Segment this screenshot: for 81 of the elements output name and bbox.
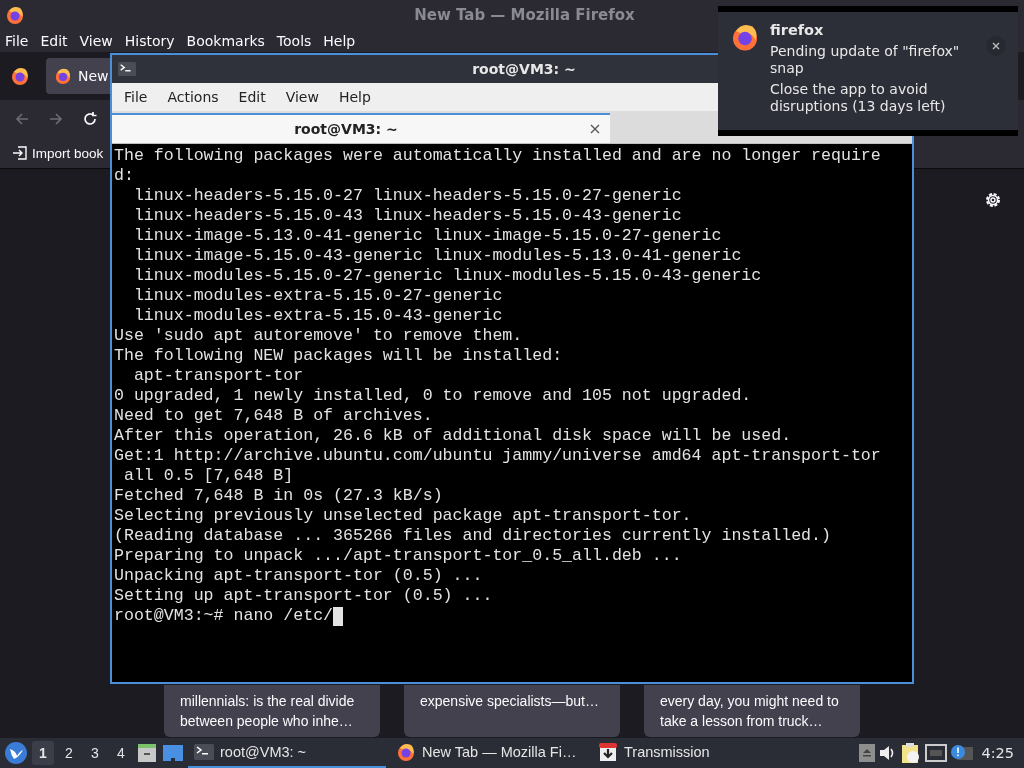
story-card[interactable]: every day, you might need to take a lesson from truck… [644,685,860,737]
terminal-line: Unpacking apt-transport-tor (0.5) ... [114,566,484,586]
close-icon[interactable] [986,36,1006,56]
menu-item[interactable]: History [124,33,181,49]
terminal-line: Fetched 7,648 B in 0s (27.3 kB/s) [114,486,444,506]
terminal-line: linux-modules-extra-5.15.0-43-generic [132,306,504,326]
notification-title: firefox [770,22,825,39]
firefox-icon [396,742,416,762]
text-cursor [333,606,344,626]
terminal-line: Get:1 http://archive.ubuntu.com/ubuntu jammy/universe amd64 apt-transport-tor [114,446,882,466]
network-icon[interactable] [925,744,948,762]
terminal-icon [118,61,136,77]
terminal-line: linux-image-5.13.0-41-generic linux-image-5.15.0-27-generic [132,226,723,246]
taskbar-task[interactable]: New Tab — Mozilla Fi… [390,738,588,768]
browser-tab[interactable]: New [46,58,110,94]
terminal-line: linux-headers-5.15.0-43 linux-headers-5.15.0-43-generic [132,206,683,226]
workspace-button[interactable]: 1 [32,741,54,765]
terminal-line: linux-headers-5.15.0-27 linux-headers-5.15.0-27-generic [132,186,683,206]
firefox-icon [54,67,72,85]
story-text: expensive specialists—but… [420,692,600,711]
terminal-icon [194,744,214,760]
forward-icon[interactable] [48,111,64,127]
window-title: New Tab — Mozilla Firefox [413,6,636,24]
story-text: millennials: is the real divide between people who inhe… [180,692,356,731]
terminal-line: The following packages were automatically installed and are no longer require [114,146,882,166]
menu-item[interactable]: View [79,33,119,49]
import-icon [12,145,28,161]
terminal-line: Selecting previously unselected package apt-transport-tor. [114,506,693,526]
download-box-icon [598,742,618,762]
clock[interactable]: 4:25 [977,745,1020,761]
eject-icon[interactable] [859,744,876,762]
desktop-icon[interactable] [162,743,184,763]
terminal-line: linux-modules-5.15.0-27-generic linux-modules-5.15.0-43-generic [132,266,763,286]
notification-body: Close the app to avoid disruptions (13 days left) [770,81,947,115]
taskbar-task[interactable]: root@VM3: ~ [188,738,386,768]
terminal-line: all 0.5 [7,648 B] [122,466,295,486]
menu-item[interactable]: File [5,33,35,49]
terminal-line: Need to get 7,648 B of archives. [114,406,434,426]
terminal-line: Use 'sudo apt autoremove' to remove them. [114,326,524,346]
terminal-line: linux-image-5.15.0-43-generic linux-modules-5.13.0-41-generic [132,246,743,266]
terminal-line: root@VM3:~# nano /etc/ [114,606,334,626]
menu-item[interactable]: File [116,89,156,105]
terminal-line: Setting up apt-transport-tor (0.5) ... [114,586,494,606]
workspace-button[interactable]: 4 [110,741,132,765]
close-icon[interactable] [590,124,600,134]
firefox-icon [730,22,760,52]
menu-item[interactable]: Edit [230,89,274,105]
workspace-button[interactable]: 2 [58,741,80,765]
settings-icon[interactable] [984,191,1002,209]
story-card[interactable]: millennials: is the real divide between people who inhe… [164,685,380,737]
menu-item[interactable]: Tools [276,33,318,49]
bookmark-item[interactable]: Import book [32,145,104,161]
alert-icon[interactable] [951,744,974,762]
firefox-icon [5,5,25,25]
menu-item[interactable]: Actions [159,89,227,105]
clipboard-icon[interactable] [901,742,922,764]
workspace-button[interactable]: 3 [84,741,106,765]
menu-item[interactable]: Bookmarks [186,33,271,49]
reload-icon[interactable] [82,111,98,127]
menu-item[interactable]: View [277,89,327,105]
terminal-line: (Reading database ... 365266 files and directories currently installed.) [114,526,832,546]
terminal-line: linux-modules-extra-5.15.0-27-generic [132,286,504,306]
story-card[interactable]: expensive specialists—but… [404,685,620,737]
taskbar-task[interactable]: Transmission [592,738,790,768]
terminal-line: 0 upgraded, 1 newly installed, 0 to remove and 105 not upgraded. [114,386,753,406]
terminal-line: apt-transport-tor [132,366,305,386]
back-icon[interactable] [14,111,30,127]
bird-logo-icon[interactable] [4,741,28,765]
notification-summary: Pending update of "firefox" snap [770,43,961,77]
story-text: every day, you might need to take a lesson from truck… [660,692,840,731]
menu-item[interactable]: Edit [40,33,74,49]
terminal-line: d: [114,166,135,186]
terminal-line: Preparing to unpack .../apt-transport-tor_0.5_all.deb ... [114,546,683,566]
window-title: root@VM3: ~ [472,61,576,77]
menu-item[interactable]: Help [323,33,362,49]
terminal-tab[interactable]: root@VM3: ~ [112,113,610,143]
terminal-line: The following NEW packages will be installed: [114,346,564,366]
file-cabinet-icon[interactable] [136,742,158,764]
terminal-line: After this operation, 26.6 kB of additional disk space will be used. [114,426,793,446]
firefox-view-icon [10,66,30,86]
menu-item[interactable]: Help [330,89,379,105]
